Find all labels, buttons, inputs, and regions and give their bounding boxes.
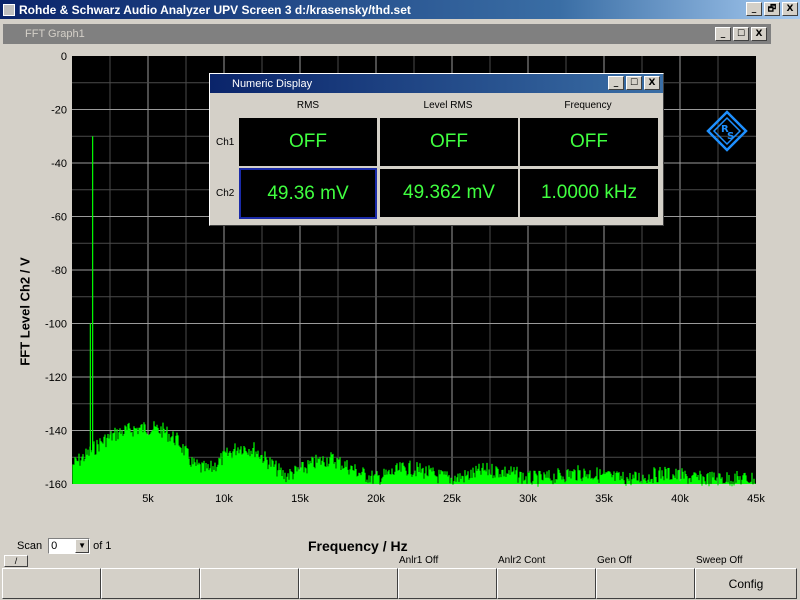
graph-close-button[interactable]: X — [751, 27, 767, 41]
upv-app: Rohde & Schwarz Audio Analyzer UPV Scree… — [0, 0, 800, 600]
y-tick-label: -160 — [45, 479, 67, 491]
y-tick-label: 0 — [61, 51, 67, 63]
y-tick-label: -140 — [45, 426, 67, 438]
status-gen: Gen Off — [597, 555, 632, 566]
ch1-frequency-cell[interactable]: OFF — [520, 118, 658, 166]
app-icon — [3, 3, 15, 16]
column-header-frequency: Frequency — [564, 100, 612, 111]
status-anlr2: Anlr2 Cont — [498, 555, 546, 566]
x-tick-label: 20k — [367, 493, 385, 505]
chevron-down-icon[interactable]: ▼ — [75, 539, 90, 553]
softkey-3[interactable] — [200, 568, 299, 599]
scan-of-label: of 1 — [93, 540, 112, 552]
column-header-level-rms: Level RMS — [423, 100, 473, 111]
y-tick-label: -40 — [51, 158, 67, 170]
y-tick-label: -80 — [51, 265, 67, 277]
softkey-1[interactable] — [2, 568, 101, 599]
x-tick-label: 10k — [215, 493, 233, 505]
y-tick-label: -20 — [51, 105, 67, 117]
x-tick-label: 35k — [595, 493, 613, 505]
softkey-6[interactable] — [497, 568, 596, 599]
corner-button[interactable]: / — [4, 555, 28, 567]
fft-graph-title-bar[interactable]: FFT Graph1 _ ☐ X — [3, 24, 771, 44]
ch2-level-rms-cell[interactable]: 49.362 mV — [380, 169, 518, 217]
numeric-close-button[interactable]: X — [644, 76, 660, 90]
x-tick-label: 45k — [747, 493, 765, 505]
ch1-rms-cell[interactable]: OFF — [239, 118, 377, 166]
svg-text:S: S — [727, 131, 734, 142]
status-anlr1: Anlr1 Off — [399, 555, 439, 566]
numeric-maximize-button[interactable]: ☐ — [626, 76, 642, 90]
scan-value: 0 — [51, 540, 58, 552]
numeric-display-window: Numeric Display _ ☐ X RMS Level RMS Freq… — [209, 73, 664, 226]
x-tick-label: 25k — [443, 493, 461, 505]
y-tick-label: -120 — [45, 372, 67, 384]
softkey-4[interactable] — [299, 568, 398, 599]
restore-button[interactable]: 🗗 — [764, 2, 780, 16]
config-button[interactable]: Config — [695, 568, 797, 599]
ch2-frequency-cell[interactable]: 1.0000 kHz — [520, 169, 658, 217]
column-header-rms: RMS — [296, 100, 320, 111]
y-tick-label: -60 — [51, 212, 67, 224]
softkey-2[interactable] — [101, 568, 200, 599]
x-tick-label: 5k — [142, 493, 154, 505]
main-title-bar: Rohde & Schwarz Audio Analyzer UPV Scree… — [0, 0, 800, 19]
numeric-display-title-bar[interactable]: Numeric Display _ ☐ X — [210, 74, 663, 93]
numeric-minimize-button[interactable]: _ — [608, 76, 624, 90]
x-tick-label: 40k — [671, 493, 689, 505]
softkey-7[interactable] — [596, 568, 695, 599]
minimize-button[interactable]: _ — [746, 2, 762, 16]
window-title: Rohde & Schwarz Audio Analyzer UPV Scree… — [19, 2, 411, 17]
graph-maximize-button[interactable]: ☐ — [733, 27, 749, 41]
ch1-level-rms-cell[interactable]: OFF — [380, 118, 518, 166]
fft-graph-title: FFT Graph1 — [25, 28, 85, 40]
softkey-5[interactable] — [398, 568, 497, 599]
row-header-ch1: Ch1 — [216, 137, 235, 148]
softkey-bar: / Anlr1 Off Anlr2 Cont Gen Off Sweep Off… — [0, 552, 800, 600]
x-tick-label: 30k — [519, 493, 537, 505]
status-sweep: Sweep Off — [696, 555, 743, 566]
close-button[interactable]: X — [782, 2, 798, 16]
rohde-schwarz-logo: R S — [706, 110, 748, 152]
scan-label: Scan — [17, 540, 43, 552]
y-axis-label: FFT Level Ch2 / V — [17, 257, 33, 366]
y-tick-label: -100 — [45, 319, 67, 331]
numeric-display-title: Numeric Display — [232, 77, 313, 90]
row-header-ch2: Ch2 — [216, 188, 235, 199]
graph-minimize-button[interactable]: _ — [715, 27, 731, 41]
x-tick-label: 15k — [291, 493, 309, 505]
ch2-rms-cell[interactable]: 49.36 mV — [239, 168, 377, 219]
